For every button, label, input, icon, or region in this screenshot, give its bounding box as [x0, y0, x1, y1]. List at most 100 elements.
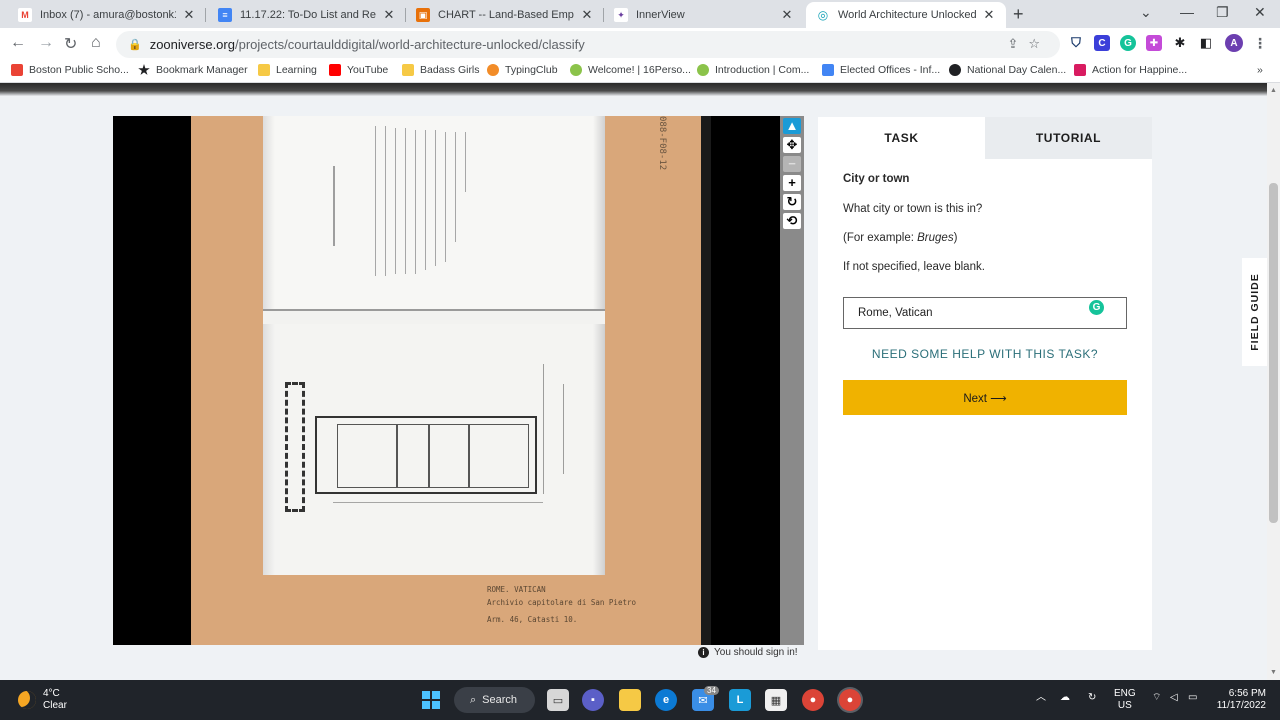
select-pointer-icon[interactable]: ▲: [783, 118, 801, 134]
tray-overflow-icon[interactable]: ︿: [1036, 692, 1046, 704]
scroll-up-icon[interactable]: ▲: [1270, 87, 1277, 94]
side-panel-icon[interactable]: ◧: [1198, 35, 1214, 51]
scroll-down-icon[interactable]: ▼: [1270, 669, 1277, 676]
gmail-icon: M: [18, 8, 32, 22]
moon-icon: [18, 691, 36, 709]
field-guide-button[interactable]: FIELD GUIDE: [1242, 258, 1267, 366]
bookmark-item[interactable]: Introduction | Com...: [697, 64, 809, 76]
signin-text: You should sign in!: [714, 647, 798, 658]
store-icon[interactable]: ▦: [765, 689, 787, 711]
chrome-profile-icon[interactable]: ●: [839, 689, 861, 711]
chat-icon[interactable]: ▪: [582, 689, 604, 711]
handwriting-line: [405, 128, 406, 274]
windows-start-icon[interactable]: [420, 689, 442, 711]
tab-slides[interactable]: ▣ CHART -- Land-Based Empires (C ✕: [406, 2, 604, 28]
tab-tutorial[interactable]: TUTORIAL: [985, 117, 1152, 159]
zoom-in-icon[interactable]: +: [783, 175, 801, 191]
next-button[interactable]: Next ⟶: [843, 380, 1127, 415]
site-icon: [570, 64, 582, 76]
more-bookmarks-button[interactable]: »: [1257, 64, 1263, 76]
city-answer-input[interactable]: Rome, Vatican G: [843, 297, 1127, 329]
window-close-icon[interactable]: ✕: [1254, 4, 1266, 21]
taskbar-search[interactable]: ⌕ Search: [454, 687, 535, 713]
battery-icon[interactable]: ▭: [1188, 692, 1197, 704]
weather-widget[interactable]: 4°C Clear: [18, 688, 67, 712]
tab-gmail[interactable]: M Inbox (7) - amura@bostonk12.or ✕: [8, 2, 206, 28]
bookmark-item[interactable]: Badass Girls: [402, 64, 480, 76]
task-body: City or town What city or town is this i…: [843, 173, 1127, 290]
minimize-icon[interactable]: —: [1180, 4, 1194, 20]
close-icon[interactable]: ✕: [982, 7, 996, 23]
help-link[interactable]: NEED SOME HELP WITH THIS TASK?: [843, 347, 1127, 361]
tab-docs[interactable]: ≡ 11.17.22: To-Do List and Reminde ✕: [208, 2, 406, 28]
home-icon[interactable]: ⌂: [91, 34, 101, 52]
tab-title: Inbox (7) - amura@bostonk12.or: [40, 9, 176, 21]
shield-extension-icon[interactable]: ⛉: [1068, 35, 1084, 51]
task-view-icon[interactable]: ▭: [547, 689, 569, 711]
profile-avatar[interactable]: A: [1225, 34, 1243, 52]
tab-innerview[interactable]: ✦ InnerView ✕: [604, 2, 804, 28]
bookmark-item[interactable]: YouTube: [329, 64, 388, 76]
puzzle-extension-icon[interactable]: ✚: [1146, 35, 1162, 51]
bookmark-label: YouTube: [347, 64, 389, 76]
rotate-icon[interactable]: ↻: [783, 194, 801, 210]
subject-viewer[interactable]: ROME. VATICAN Archivio capitolare di San…: [113, 116, 780, 645]
docs-icon: ≡: [218, 8, 232, 22]
grammarly-icon[interactable]: G: [1089, 300, 1104, 315]
bookmark-item[interactable]: Boston Public Scho...: [11, 64, 129, 76]
close-icon[interactable]: ✕: [382, 7, 396, 23]
wifi-icon[interactable]: ⌔: [1152, 692, 1161, 704]
bookmark-item[interactable]: National Day Calen...: [949, 64, 1066, 76]
language-indicator[interactable]: ENG US: [1114, 688, 1136, 712]
chrome-icon[interactable]: ●: [802, 689, 824, 711]
grammarly-extension-icon[interactable]: G: [1120, 35, 1136, 51]
reset-icon[interactable]: ⟲: [783, 213, 801, 229]
c-extension-icon[interactable]: C: [1094, 35, 1110, 51]
browser-toolbar: ← → ↻ ⌂ 🔒 zooniverse.org/projects/courta…: [0, 28, 1280, 61]
address-bar[interactable]: 🔒 zooniverse.org/projects/courtaulddigit…: [116, 31, 1060, 58]
extensions-icon[interactable]: ✱: [1172, 35, 1188, 51]
bookmark-item[interactable]: Action for Happine...: [1074, 64, 1187, 76]
bookmark-item[interactable]: Elected Offices - Inf...: [822, 64, 940, 76]
tab-zooniverse[interactable]: ◎ World Architecture Unlocked » C ✕: [806, 2, 1006, 28]
example-value: Bruges: [917, 232, 954, 244]
bookmark-label: National Day Calen...: [967, 64, 1067, 76]
edge-icon[interactable]: e: [655, 689, 677, 711]
tray-security-icon[interactable]: ☁: [1060, 692, 1070, 704]
bookmark-item[interactable]: TypingClub: [487, 64, 558, 76]
tab-search-icon[interactable]: ⌄: [1140, 4, 1152, 21]
back-icon[interactable]: ←: [10, 34, 26, 52]
forward-icon[interactable]: →: [38, 34, 54, 52]
bookmark-item[interactable]: Bookmark Manager: [138, 64, 248, 76]
move-icon[interactable]: ✥: [783, 137, 801, 153]
handwriting-line: [425, 130, 426, 270]
l-app-icon[interactable]: L: [729, 689, 751, 711]
bookmark-item[interactable]: Welcome! | 16Perso...: [570, 64, 691, 76]
close-icon[interactable]: ✕: [580, 7, 594, 23]
mail-badge: 34: [704, 686, 719, 695]
new-tab-button[interactable]: +: [1013, 4, 1024, 25]
menu-icon[interactable]: ⋮: [1252, 35, 1268, 51]
tab-strip: M Inbox (7) - amura@bostonk12.or ✕ ≡ 11.…: [0, 0, 1280, 28]
page-scrollbar[interactable]: ▲ ▼: [1267, 83, 1280, 680]
file-explorer-icon[interactable]: [619, 689, 641, 711]
scrollbar-thumb[interactable]: [1269, 183, 1278, 523]
tray-sync-icon[interactable]: ↻: [1088, 692, 1096, 704]
bookmark-label: Learning: [276, 64, 317, 76]
close-icon[interactable]: ✕: [182, 7, 196, 23]
tab-task[interactable]: TASK: [818, 117, 985, 159]
bookmark-item[interactable]: Learning: [258, 64, 317, 76]
share-star-icons[interactable]: ⇪☆: [1007, 36, 1050, 52]
windows-taskbar: 4°C Clear ⌕ Search ▭ ▪ e ✉ 34 L ▦ ● ● ︿ …: [0, 680, 1280, 720]
close-icon[interactable]: ✕: [780, 7, 794, 23]
restore-icon[interactable]: ❐: [1216, 4, 1229, 21]
volume-icon[interactable]: ◁: [1170, 692, 1178, 704]
zoom-out-icon[interactable]: −: [783, 156, 801, 172]
reload-icon[interactable]: ↻: [64, 34, 77, 54]
handwriting-line: [445, 132, 446, 262]
clock[interactable]: 6:56 PM 11/17/2022: [1214, 688, 1266, 712]
handwriting-line: [455, 132, 456, 242]
folder-icon: [258, 64, 270, 76]
signin-notice: i You should sign in!: [698, 647, 798, 658]
archive-label: ROME. VATICAN Archivio capitolare di San…: [487, 583, 636, 626]
